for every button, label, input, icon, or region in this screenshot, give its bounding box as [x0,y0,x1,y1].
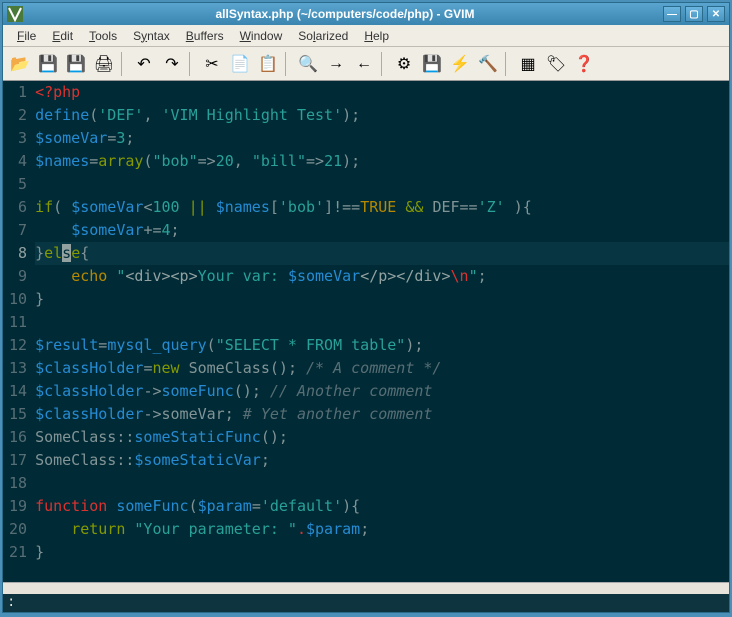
code-line[interactable]: SomeClass::someStaticFunc(); [35,426,729,449]
line-number: 17 [9,449,27,472]
code-line[interactable] [35,311,729,334]
horizontal-scrollbar[interactable] [3,582,729,594]
saveall-button[interactable]: 💾 [63,51,89,77]
titlebar[interactable]: allSyntax.php (~/computers/code/php) - G… [3,3,729,25]
window-title: allSyntax.php (~/computers/code/php) - G… [27,7,663,21]
menubar: FileEditToolsSyntaxBuffersWindowSolarize… [3,25,729,47]
line-number: 10 [9,288,27,311]
app-icon [7,6,23,22]
code-line[interactable]: SomeClass::$someStaticVar; [35,449,729,472]
editor-area[interactable]: 123456789101112131415161718192021 <?phpd… [3,81,729,582]
print-button[interactable]: 🖨 [91,51,117,77]
line-number: 13 [9,357,27,380]
find-button[interactable]: 🔍 [295,51,321,77]
line-number: 3 [9,127,27,150]
save-button[interactable]: 💾 [35,51,61,77]
code-line[interactable]: echo "<div><p>Your var: $someVar</p></di… [35,265,729,288]
close-button[interactable]: ✕ [707,6,725,22]
line-number: 5 [9,173,27,196]
tag-button[interactable]: 🏷 [543,51,569,77]
gvim-window: allSyntax.php (~/computers/code/php) - G… [2,2,730,613]
code-line[interactable]: $someVar+=4; [35,219,729,242]
undo-button[interactable]: ↶ [131,51,157,77]
line-number: 14 [9,380,27,403]
code-line[interactable]: $someVar=3; [35,127,729,150]
help-button[interactable]: ❓ [571,51,597,77]
line-number: 1 [9,81,27,104]
config-button[interactable]: ⚙ [391,51,417,77]
script-button[interactable]: ⚡ [447,51,473,77]
command-line[interactable]: : [3,594,729,612]
menu-buffers[interactable]: Buffers [178,27,232,45]
code-line[interactable]: $classHolder=new SomeClass(); /* A comme… [35,357,729,380]
line-number: 18 [9,472,27,495]
make-button[interactable]: 🔨 [475,51,501,77]
code-line[interactable]: }else{ [35,242,729,265]
code-line[interactable]: $result=mysql_query("SELECT * FROM table… [35,334,729,357]
menu-help[interactable]: Help [356,27,397,45]
toolbar-separator [121,52,127,76]
code-line[interactable]: define('DEF', 'VIM Highlight Test'); [35,104,729,127]
code-line[interactable]: function someFunc($param='default'){ [35,495,729,518]
prev-button[interactable]: ← [351,51,377,77]
paste-button[interactable]: 📋 [255,51,281,77]
open-button[interactable]: 📂 [7,51,33,77]
cursor: s [62,244,71,262]
toolbar-separator [189,52,195,76]
menu-syntax[interactable]: Syntax [125,27,178,45]
code-line[interactable]: } [35,288,729,311]
line-number: 9 [9,265,27,288]
line-number: 8 [9,242,27,265]
toolbar: 📂💾💾🖨↶↷✂📄📋🔍→←⚙💾⚡🔨▦🏷❓ [3,47,729,81]
line-number-gutter: 123456789101112131415161718192021 [3,81,35,582]
menu-file[interactable]: File [9,27,44,45]
line-number: 19 [9,495,27,518]
code-line[interactable] [35,173,729,196]
menu-window[interactable]: Window [232,27,291,45]
line-number: 12 [9,334,27,357]
code-line[interactable]: } [35,541,729,564]
line-number: 4 [9,150,27,173]
next-button[interactable]: → [323,51,349,77]
line-number: 15 [9,403,27,426]
window-controls: — ▢ ✕ [663,6,725,22]
code-line[interactable]: <?php [35,81,729,104]
line-number: 6 [9,196,27,219]
code-line[interactable]: if( $someVar<100 || $names['bob']!==TRUE… [35,196,729,219]
line-number: 2 [9,104,27,127]
code-line[interactable]: $classHolder->someVar; # Yet another com… [35,403,729,426]
code-line[interactable]: return "Your parameter: ".$param; [35,518,729,541]
maximize-button[interactable]: ▢ [685,6,703,22]
line-number: 7 [9,219,27,242]
menu-edit[interactable]: Edit [44,27,81,45]
menu-tools[interactable]: Tools [81,27,125,45]
line-number: 16 [9,426,27,449]
toolbar-separator [381,52,387,76]
code-content[interactable]: <?phpdefine('DEF', 'VIM Highlight Test')… [35,81,729,582]
line-number: 21 [9,541,27,564]
table-button[interactable]: ▦ [515,51,541,77]
copy-button[interactable]: 📄 [227,51,253,77]
code-line[interactable]: $classHolder->someFunc(); // Another com… [35,380,729,403]
minimize-button[interactable]: — [663,6,681,22]
code-line[interactable]: $names=array("bob"=>20, "bill"=>21); [35,150,729,173]
menu-solarized[interactable]: Solarized [290,27,356,45]
code-line[interactable] [35,472,729,495]
line-number: 20 [9,518,27,541]
savesess-button[interactable]: 💾 [419,51,445,77]
cut-button[interactable]: ✂ [199,51,225,77]
toolbar-separator [285,52,291,76]
line-number: 11 [9,311,27,334]
toolbar-separator [505,52,511,76]
redo-button[interactable]: ↷ [159,51,185,77]
